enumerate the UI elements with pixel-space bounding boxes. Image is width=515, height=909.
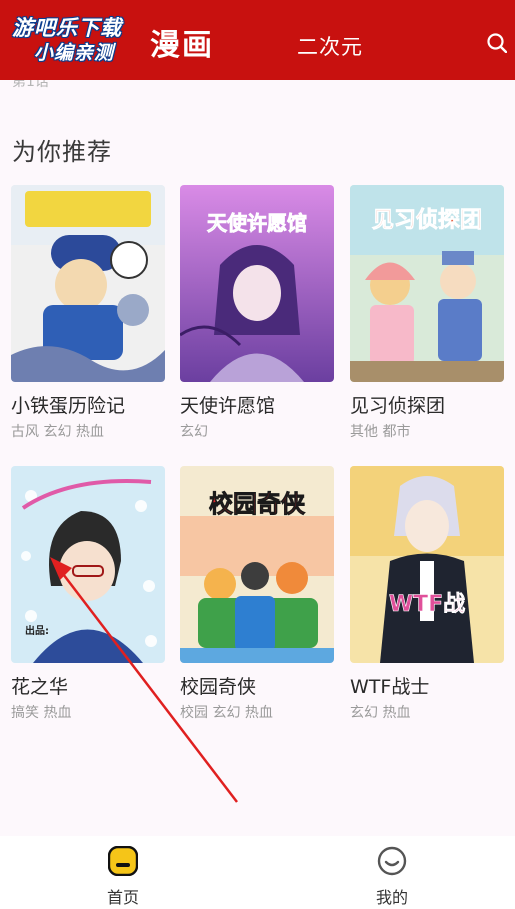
comic-card[interactable]: 小铁蛋历险记 古风 玄幻 热血 [11, 185, 165, 441]
profile-face-icon [377, 846, 407, 880]
watermark-logo: 游吧乐下载 小编亲测 [8, 12, 148, 64]
home-icon [107, 845, 139, 880]
comic-cover[interactable]: 校园奇侠 [180, 466, 334, 663]
tab-erciyuan[interactable]: 二次元 [297, 31, 363, 61]
comic-cover[interactable]: WTF战 [350, 466, 504, 663]
comic-card[interactable]: 校园奇侠 校园奇侠 校园 玄幻 热血 [180, 466, 334, 722]
nav-mine-label: 我的 [375, 888, 408, 907]
cover-title-text: 天使许愿馆 [207, 211, 307, 235]
comic-tags: 其他 都市 [350, 424, 411, 440]
cover-title-text: 见习侦探团 [372, 207, 482, 233]
comic-title[interactable]: 见习侦探团 [350, 391, 504, 418]
cover-title-text: WTF战 [389, 592, 465, 617]
comic-tags: 玄幻 热血 [350, 705, 411, 721]
bottom-nav-bar: 首页 我的 [0, 836, 515, 909]
comic-tags: 玄幻 [180, 424, 208, 440]
comic-cover[interactable]: 出品: [11, 466, 165, 663]
comic-title[interactable]: 天使许愿馆 [180, 391, 334, 418]
comic-cover[interactable] [11, 185, 165, 382]
comic-title[interactable]: WTF战士 [350, 672, 504, 699]
comic-title[interactable]: 校园奇侠 [180, 672, 334, 699]
logo-line-2: 小编亲测 [34, 42, 115, 64]
comic-card[interactable]: 出品: 花之华 搞笑 热血 [11, 466, 165, 722]
comic-tags: 古风 玄幻 热血 [11, 424, 104, 440]
comic-cover[interactable]: 天使许愿馆 [180, 185, 334, 382]
cover-title-text: 校园奇侠 [209, 490, 306, 518]
top-header: 游吧乐下载 小编亲测 漫画 二次元 [0, 0, 515, 80]
comic-title[interactable]: 花之华 [11, 672, 165, 699]
comic-tags: 校园 玄幻 热血 [180, 705, 273, 721]
comic-cover[interactable]: 见习侦探团 [350, 185, 504, 382]
comic-app-screen: 游吧乐下载 小编亲测 漫画 二次元 第1话 为你推荐 小铁蛋历险记 古风 玄幻 … [0, 0, 515, 909]
previous-chapter-text: 第1话 [12, 80, 49, 90]
comic-card[interactable]: 见习侦探团 见习侦探团 其他 都市 [350, 185, 504, 441]
cover-credit-text: 出品: [25, 624, 49, 637]
page-title[interactable]: 漫画 [150, 20, 214, 64]
comic-card[interactable]: WTF战 WTF战士 玄幻 热血 [350, 466, 504, 722]
nav-home[interactable]: 首页 [83, 845, 163, 908]
nav-home-label: 首页 [106, 888, 139, 907]
comic-card[interactable]: 天使许愿馆 天使许愿馆 玄幻 [180, 185, 334, 441]
section-title-recommend: 为你推荐 [12, 138, 112, 166]
comic-tags: 搞笑 热血 [11, 705, 72, 721]
nav-mine[interactable]: 我的 [352, 846, 432, 908]
comic-title[interactable]: 小铁蛋历险记 [11, 391, 165, 418]
search-icon[interactable] [487, 33, 508, 54]
